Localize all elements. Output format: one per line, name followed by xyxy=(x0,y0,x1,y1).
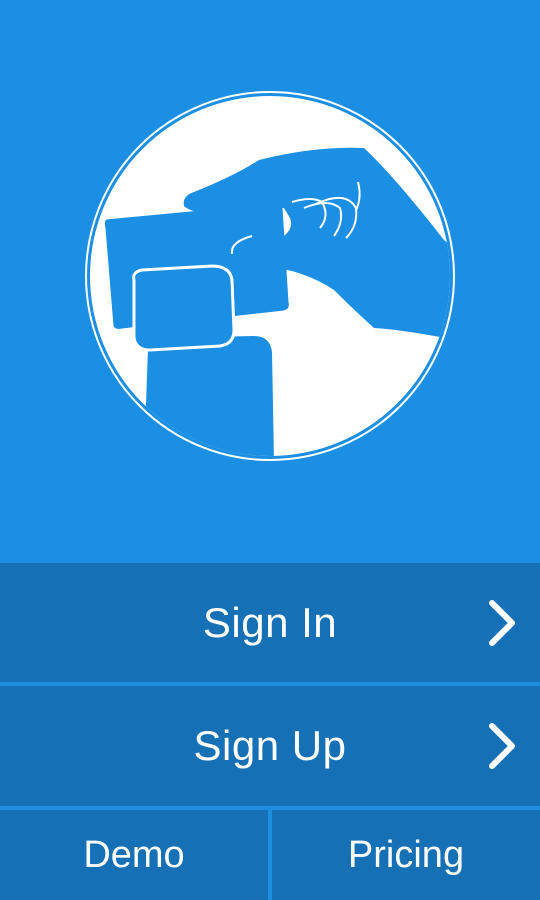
card-reader-illustration-icon xyxy=(85,91,455,461)
app-screen: Sign In Sign Up Demo Pricing xyxy=(0,0,540,900)
sign-in-button[interactable]: Sign In xyxy=(0,563,540,682)
sign-in-label: Sign In xyxy=(202,598,338,646)
pricing-button[interactable]: Pricing xyxy=(272,810,540,900)
hero-area xyxy=(0,0,540,563)
chevron-right-icon xyxy=(489,723,515,769)
menu-panel: Sign In Sign Up Demo Pricing xyxy=(0,563,540,900)
sign-up-label: Sign Up xyxy=(193,722,347,769)
chevron-right-icon xyxy=(489,599,515,646)
demo-button[interactable]: Demo xyxy=(0,810,268,900)
bottom-actions: Demo Pricing xyxy=(0,810,540,900)
sign-up-button[interactable]: Sign Up xyxy=(0,686,540,806)
